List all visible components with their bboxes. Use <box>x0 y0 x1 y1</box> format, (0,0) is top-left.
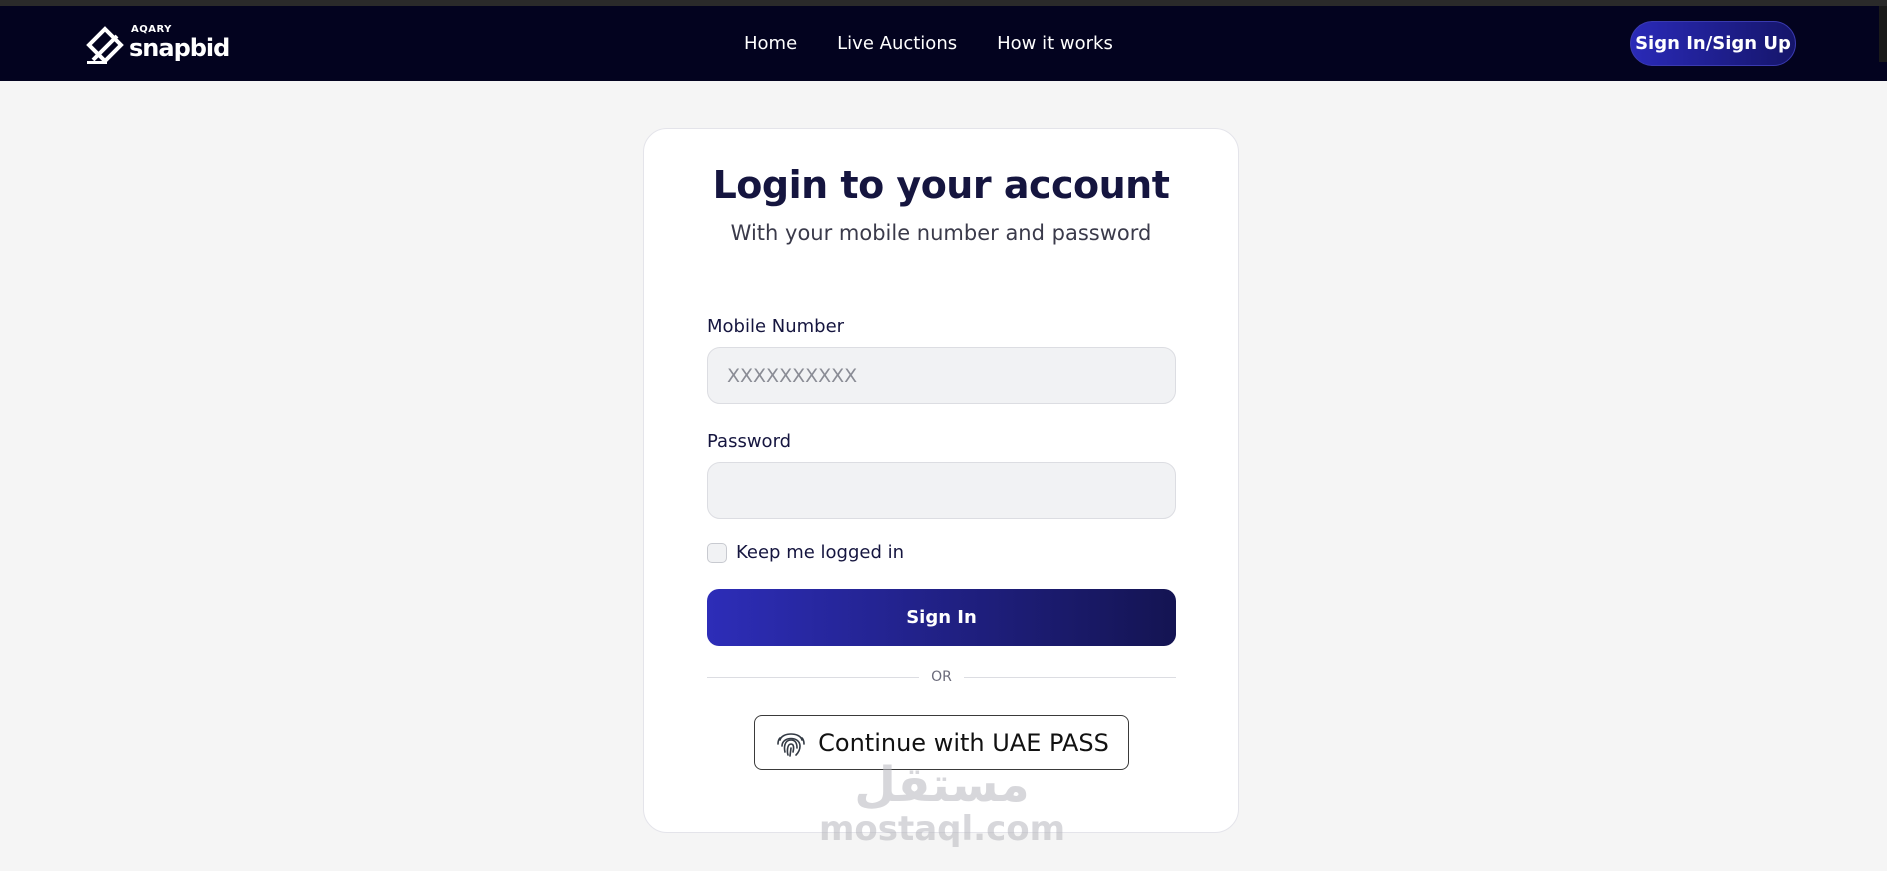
nav-link-how-it-works[interactable]: How it works <box>997 33 1113 54</box>
uae-pass-label: Continue with UAE PASS <box>818 728 1109 757</box>
logo-small-text: AQARY <box>131 24 172 35</box>
mobile-number-input[interactable] <box>707 347 1176 404</box>
watermark-latin: mostaql.com <box>818 809 1066 849</box>
logo-wordmark: AQARY snapbid <box>129 24 230 62</box>
keep-logged-in-row[interactable]: Keep me logged in <box>707 542 904 563</box>
divider-line-right <box>964 677 1176 678</box>
or-divider: OR <box>707 669 1176 685</box>
watermark: مستقل mostaql.com <box>794 759 1090 847</box>
keep-logged-in-label: Keep me logged in <box>736 542 905 563</box>
password-label: Password <box>707 431 792 452</box>
browser-edge-icon <box>1879 6 1887 62</box>
main-nav: Home Live Auctions How it works <box>744 6 1153 81</box>
uae-pass-button[interactable]: Continue with UAE PASS <box>754 715 1129 770</box>
sign-in-button[interactable]: Sign In <box>707 589 1176 646</box>
fingerprint-icon <box>777 732 805 757</box>
nav-link-live-auctions[interactable]: Live Auctions <box>837 33 957 54</box>
password-input[interactable] <box>707 462 1176 519</box>
signin-signup-button[interactable]: Sign In/Sign Up <box>1630 21 1796 66</box>
top-navbar: AQARY snapbid Home Live Auctions How it … <box>0 6 1887 81</box>
nav-link-home[interactable]: Home <box>744 33 797 54</box>
logo-big-text: snapbid <box>129 34 230 62</box>
login-card: Login to your account With your mobile n… <box>643 128 1239 847</box>
snapbid-logo-icon <box>86 26 124 64</box>
page-title: Login to your account <box>712 163 1170 207</box>
page-subtitle: With your mobile number and password <box>730 221 1152 245</box>
keep-logged-in-checkbox[interactable] <box>707 542 727 563</box>
site-logo[interactable]: AQARY snapbid <box>85 24 230 68</box>
mobile-number-label: Mobile Number <box>707 316 845 337</box>
